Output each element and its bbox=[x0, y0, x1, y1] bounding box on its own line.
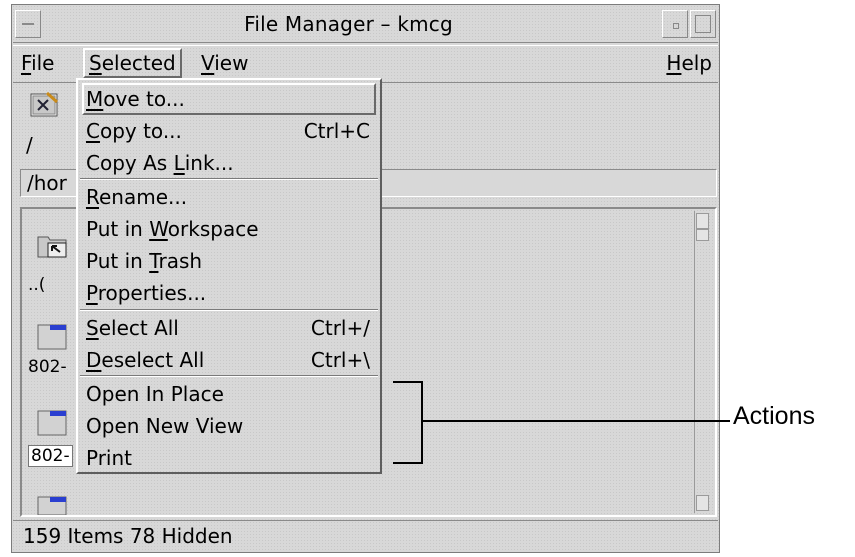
menu-item-label: elect All bbox=[98, 316, 179, 340]
current-path-label: / bbox=[26, 133, 33, 157]
file-name: ..( bbox=[28, 275, 46, 295]
folder-up-icon bbox=[36, 231, 70, 261]
menu-item-deselect-all[interactable]: Deselect All Ctrl+\ bbox=[82, 344, 376, 376]
menu-help-rest: elp bbox=[681, 51, 712, 75]
menu-item-label: eselect All bbox=[101, 348, 205, 372]
menu-file[interactable]: File bbox=[17, 48, 58, 78]
mnemonic: D bbox=[86, 348, 102, 372]
menu-item-properties[interactable]: Properties... bbox=[82, 277, 376, 309]
menu-item-label: Put in bbox=[86, 249, 150, 273]
selected-menu-dropdown: Move to... Copy to... Ctrl+C Copy As Link… bbox=[76, 78, 382, 474]
menu-item-move-to[interactable]: Move to... bbox=[82, 83, 376, 115]
menu-view-rest: iew bbox=[214, 51, 249, 75]
actions-bracket bbox=[393, 381, 423, 464]
mnemonic: P bbox=[86, 281, 98, 305]
menu-item-rename[interactable]: Rename... bbox=[82, 181, 376, 213]
title-bar[interactable]: File Manager – kmcg bbox=[13, 6, 718, 43]
menu-item-label: ename... bbox=[99, 185, 188, 209]
scroll-down-arrow[interactable] bbox=[696, 495, 709, 511]
menu-item-copy-as-link[interactable]: Copy As Link... bbox=[82, 147, 376, 179]
folder-icon bbox=[36, 493, 70, 523]
menu-item-label: ove to... bbox=[103, 87, 185, 111]
menu-item-copy-to[interactable]: Copy to... Ctrl+C bbox=[82, 115, 376, 147]
menu-item-label: roperties... bbox=[97, 281, 207, 305]
window-menu-button[interactable] bbox=[15, 10, 41, 38]
scroll-thumb[interactable] bbox=[696, 229, 709, 241]
menu-selected-mnemonic: S bbox=[89, 51, 102, 75]
mnemonic: W bbox=[149, 217, 168, 241]
menu-separator bbox=[80, 178, 378, 180]
menu-file-mnemonic: F bbox=[21, 51, 32, 75]
menu-selected-rest: elected bbox=[101, 51, 176, 75]
status-bar: 159 Items 78 Hidden bbox=[13, 520, 718, 551]
window-title: File Manager – kmcg bbox=[244, 12, 453, 36]
menu-item-label: Put in bbox=[86, 217, 150, 241]
shortcut-label: Ctrl+/ bbox=[310, 316, 370, 340]
path-input-text: /hor bbox=[27, 171, 67, 195]
file-name: 802- bbox=[28, 357, 67, 377]
actions-callout-label: Actions bbox=[733, 402, 815, 430]
folder-icon bbox=[36, 321, 70, 351]
menu-item-label: ink... bbox=[184, 151, 234, 175]
menu-item-put-in-trash[interactable]: Put in Trash bbox=[82, 245, 376, 277]
mnemonic: C bbox=[86, 119, 100, 143]
vertical-scrollbar[interactable] bbox=[694, 211, 709, 513]
menu-item-label: Copy As bbox=[86, 151, 174, 175]
change-folder-icon[interactable] bbox=[29, 90, 61, 120]
menu-view-mnemonic: V bbox=[201, 51, 215, 75]
menu-help[interactable]: Help bbox=[662, 48, 716, 78]
menu-item-label: rash bbox=[158, 249, 203, 273]
scroll-up-arrow[interactable] bbox=[696, 213, 709, 229]
callout-leader-line bbox=[423, 420, 730, 422]
mnemonic: S bbox=[86, 316, 99, 340]
folder-icon bbox=[36, 407, 70, 437]
menu-item-put-in-workspace[interactable]: Put in Workspace bbox=[82, 213, 376, 245]
menu-selected[interactable]: Selected bbox=[83, 48, 182, 78]
file-name-selected: 802- bbox=[28, 445, 73, 467]
menu-help-mnemonic: H bbox=[666, 51, 682, 75]
mnemonic: R bbox=[86, 185, 99, 209]
shortcut-label: Ctrl+\ bbox=[310, 348, 370, 372]
menu-separator bbox=[80, 309, 378, 311]
status-text: 159 Items 78 Hidden bbox=[23, 524, 233, 548]
menu-item-select-all[interactable]: Select All Ctrl+/ bbox=[82, 312, 376, 344]
mnemonic: M bbox=[86, 87, 104, 111]
menu-view[interactable]: View bbox=[197, 48, 252, 78]
mnemonic: L bbox=[173, 151, 185, 175]
menu-item-open-in-place[interactable]: Open In Place bbox=[82, 378, 376, 410]
menu-item-open-new-view[interactable]: Open New View bbox=[82, 410, 376, 442]
menu-item-label: opy to... bbox=[99, 119, 182, 143]
maximize-button[interactable] bbox=[690, 10, 716, 38]
minimize-button[interactable] bbox=[662, 10, 688, 38]
menu-item-print[interactable]: Print bbox=[82, 442, 376, 474]
menu-separator bbox=[80, 375, 378, 377]
menu-item-label: orkspace bbox=[167, 217, 259, 241]
menu-file-rest: ile bbox=[31, 51, 55, 75]
shortcut-label: Ctrl+C bbox=[303, 119, 370, 143]
